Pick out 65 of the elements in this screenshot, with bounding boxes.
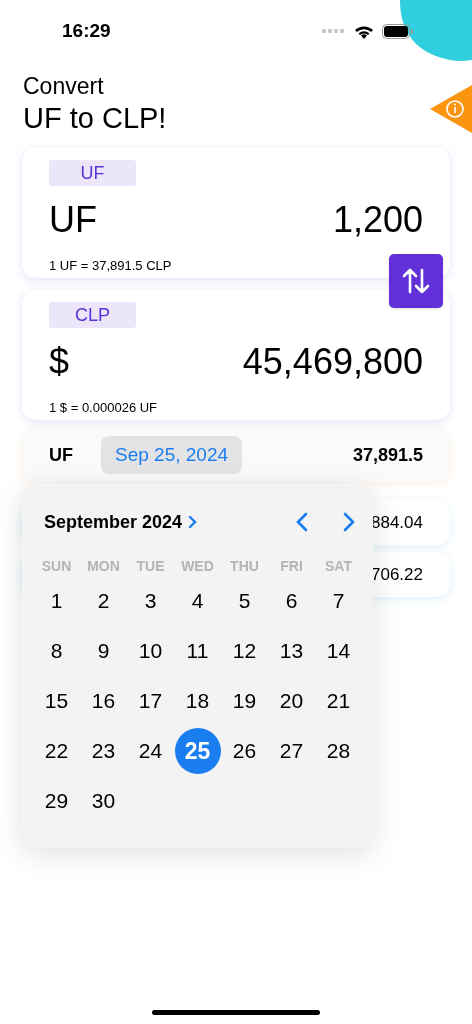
calendar-day[interactable]: 22	[33, 728, 80, 774]
status-time: 16:29	[62, 18, 111, 43]
calendar-day[interactable]: 29	[33, 778, 80, 824]
calendar-day[interactable]: 5	[221, 578, 268, 624]
calendar-day[interactable]: 18	[174, 678, 221, 724]
header-subtitle: Convert	[23, 72, 105, 100]
calendar-day[interactable]: 26	[221, 728, 268, 774]
header-title: UF to CLP!	[23, 101, 167, 136]
currency-tag: CLP	[49, 302, 136, 328]
next-month-button[interactable]	[342, 512, 356, 532]
amount-field[interactable]: 45,469,800	[242, 335, 423, 389]
month-year-button[interactable]: September 2024	[44, 508, 198, 536]
previous-month-button[interactable]	[295, 512, 309, 532]
calendar-day[interactable]: 4	[174, 578, 221, 624]
battery-icon	[382, 23, 414, 39]
calendar-day[interactable]: 8	[33, 628, 80, 674]
swap-button[interactable]	[389, 254, 443, 308]
rate-unit: UF	[49, 443, 74, 467]
calendar-day[interactable]: 20	[268, 678, 315, 724]
calendar-day[interactable]: 21	[315, 678, 362, 724]
weekday-label: THU	[229, 557, 260, 576]
calendar-day[interactable]: 27	[268, 728, 315, 774]
rate-value: 37,891.5	[352, 443, 423, 467]
weekday-label: TUE	[135, 557, 166, 576]
calendar-day[interactable]: 10	[127, 628, 174, 674]
weekday-label: FRI	[279, 557, 304, 576]
calendar-day[interactable]: 23	[80, 728, 127, 774]
history-value: 706.22	[371, 563, 423, 586]
currency-symbol: $	[49, 340, 70, 384]
chevron-right-icon	[342, 512, 356, 532]
calendar-day[interactable]: 14	[315, 628, 362, 674]
calendar-day[interactable]: 19	[221, 678, 268, 724]
chevron-left-icon	[295, 512, 309, 532]
weekday-label: SUN	[40, 557, 73, 576]
signal-icon	[322, 28, 346, 34]
wifi-icon	[354, 23, 374, 39]
currency-tag: UF	[49, 160, 136, 186]
weekday-label: SAT	[324, 557, 353, 576]
calendar-day[interactable]: 6	[268, 578, 315, 624]
calendar-day[interactable]: 12	[221, 628, 268, 674]
history-value: 884.04	[371, 511, 423, 534]
calendar-day[interactable]: 25	[174, 728, 221, 774]
rate-text: 1 UF = 37,891.5 CLP	[49, 257, 173, 275]
calendar-day[interactable]: 3	[127, 578, 174, 624]
weekday-label: WED	[180, 557, 215, 576]
amount-field[interactable]: 1,200	[332, 193, 423, 247]
currency-symbol: UF	[49, 198, 97, 242]
calendar-day[interactable]: 16	[80, 678, 127, 724]
calendar-day[interactable]: 1	[33, 578, 80, 624]
info-button[interactable]	[430, 85, 472, 133]
calendar-day[interactable]: 17	[127, 678, 174, 724]
calendar-day[interactable]: 15	[33, 678, 80, 724]
calendar-day[interactable]: 2	[80, 578, 127, 624]
calendar-day[interactable]: 28	[315, 728, 362, 774]
chevron-right-icon	[188, 515, 198, 529]
calendar-day[interactable]: 7	[315, 578, 362, 624]
weekday-label: MON	[86, 557, 121, 576]
corner-blob-decoration	[400, 0, 472, 62]
calendar-day[interactable]: 11	[174, 628, 221, 674]
calendar-day[interactable]: 9	[80, 628, 127, 674]
calendar-day[interactable]: 24	[127, 728, 174, 774]
rate-text: 1 $ = 0.000026 UF	[49, 399, 159, 417]
calendar-day[interactable]: 13	[268, 628, 315, 674]
swap-icon	[401, 266, 431, 296]
calendar-day[interactable]: 30	[80, 778, 127, 824]
